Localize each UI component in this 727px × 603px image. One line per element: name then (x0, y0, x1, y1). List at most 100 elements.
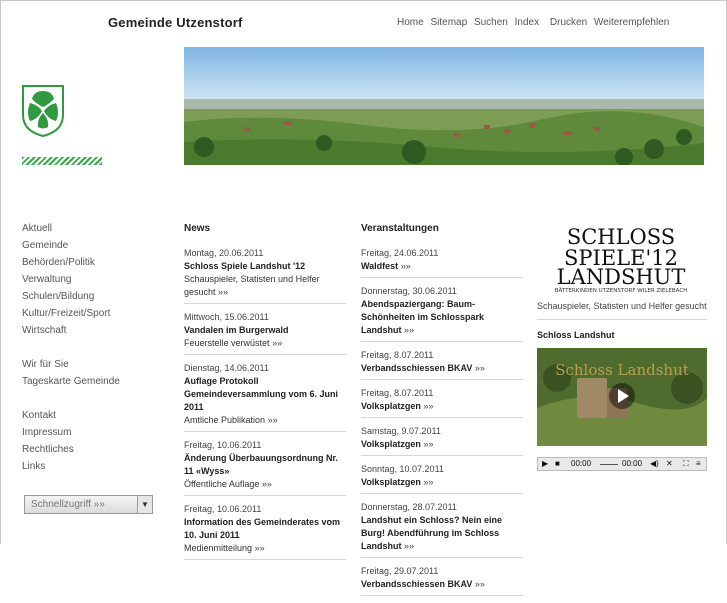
news-title-link[interactable]: Änderung Überbauungsordnung Nr. 11 «Wyss… (184, 452, 346, 478)
news-section: News Montag, 20.06.2011 Schloss Spiele L… (184, 222, 346, 567)
event-more-link[interactable]: »» (423, 401, 433, 411)
divider (537, 319, 707, 320)
news-teaser: Amtliche Publikation (184, 415, 266, 425)
news-item: Mittwoch, 15.06.2011 Vandalen im Burgerw… (184, 311, 346, 355)
news-teaser: Schauspieler, Statisten und Helfer gesuc… (184, 274, 320, 297)
news-date: Dienstag, 14.06.2011 (184, 363, 269, 373)
nav-index-link[interactable]: Index (515, 17, 539, 28)
sidebar-item-rechtliches[interactable]: Rechtliches (22, 441, 120, 458)
sidebar-item-kultur[interactable]: Kultur/Freizeit/Sport (22, 305, 120, 322)
settings-icon[interactable]: ≡ (696, 459, 701, 468)
play-button-icon[interactable]: ▶ (542, 459, 548, 468)
event-title-link[interactable]: Waldfest (361, 261, 398, 271)
event-title-link[interactable]: Volksplatzgen (361, 401, 421, 411)
event-title-link[interactable]: Volksplatzgen (361, 477, 421, 487)
event-date: Donnerstag, 28.07.2011 (361, 502, 457, 512)
event-item: Freitag, 24.06.2011 Waldfest »» (361, 247, 523, 278)
event-more-link[interactable]: »» (404, 325, 414, 335)
event-more-link[interactable]: »» (404, 541, 414, 551)
schlossspiele-logo[interactable]: SCHLOSS SPIELE'12 LANDSHUT BÄTTERKINDEN … (537, 222, 705, 294)
sidebar-navigation: Aktuell Gemeinde Behörden/Politik Verwal… (22, 220, 120, 475)
news-title-link[interactable]: Vandalen im Burgerwald (184, 324, 346, 337)
news-title-link[interactable]: Schloss Spiele Landshut '12 (184, 260, 346, 273)
event-item: Freitag, 29.07.2011 Verbandsschiessen BK… (361, 565, 523, 596)
sidebar-item-gemeinde[interactable]: Gemeinde (22, 237, 120, 254)
seek-bar[interactable] (600, 464, 618, 465)
quick-access-label: Schnellzugriff »» (31, 499, 105, 510)
event-title-link[interactable]: Verbandsschiessen BKAV (361, 579, 472, 589)
banner-landscape-image (184, 47, 704, 165)
event-item: Freitag, 8.07.2011 Volksplatzgen »» (361, 387, 523, 418)
news-teaser: Öffentliche Auflage (184, 479, 260, 489)
sidebar-item-behoerden[interactable]: Behörden/Politik (22, 254, 120, 271)
news-date: Freitag, 10.06.2011 (184, 440, 262, 450)
video-title: Schloss Landshut (537, 330, 615, 340)
event-title-link[interactable]: Abendspaziergang: Baum-Schönheiten im Sc… (361, 299, 484, 335)
news-heading: News (184, 223, 211, 234)
fullscreen-icon[interactable]: ⛶ (683, 459, 689, 469)
top-navigation: Home Sitemap Suchen Index Drucken Weiter… (397, 17, 673, 28)
nav-search-link[interactable]: Suchen (474, 17, 508, 28)
event-date: Samstag, 9.07.2011 (361, 426, 441, 436)
news-teaser: Feuerstelle verwüstet (184, 338, 270, 348)
chevron-down-icon[interactable]: ▼ (137, 496, 152, 513)
news-more-link[interactable]: »» (218, 287, 228, 297)
event-item: Donnerstag, 28.07.2011 Landshut ein Schl… (361, 501, 523, 558)
events-section: Veranstaltungen Freitag, 24.06.2011 Wald… (361, 222, 523, 603)
event-date: Freitag, 24.06.2011 (361, 248, 439, 258)
quick-access-select[interactable]: Schnellzugriff »» ▼ (24, 495, 153, 514)
nav-recommend-link[interactable]: Weiterempfehlen (594, 17, 669, 28)
sidebar-item-aktuell[interactable]: Aktuell (22, 220, 120, 237)
event-item: Samstag, 9.07.2011 Volksplatzgen »» (361, 425, 523, 456)
news-date: Mittwoch, 15.06.2011 (184, 312, 269, 322)
event-more-link[interactable]: »» (401, 261, 411, 271)
municipality-crest-icon[interactable] (22, 85, 64, 137)
event-more-link[interactable]: »» (475, 363, 485, 373)
event-date: Sonntag, 10.07.2011 (361, 464, 444, 474)
news-more-link[interactable]: »» (272, 338, 282, 348)
event-item: Donnerstag, 30.06.2011 Abendspaziergang:… (361, 285, 523, 342)
event-title-link[interactable]: Verbandsschiessen BKAV (361, 363, 472, 373)
event-date: Freitag, 29.07.2011 (361, 566, 439, 576)
event-more-link[interactable]: »» (423, 439, 433, 449)
sidebar-item-verwaltung[interactable]: Verwaltung (22, 271, 120, 288)
sidebar-item-impressum[interactable]: Impressum (22, 424, 120, 441)
decorative-stripes (22, 157, 102, 165)
sidebar-item-wirtschaft[interactable]: Wirtschaft (22, 322, 120, 339)
mute-icon[interactable]: ✕ (666, 459, 673, 468)
news-title-link[interactable]: Information des Gemeinderates vom 10. Ju… (184, 516, 346, 542)
news-title-link[interactable]: Auflage Protokoll Gemeindeversammlung vo… (184, 375, 346, 414)
site-title[interactable]: Gemeinde Utzenstorf (108, 15, 243, 30)
event-title-link[interactable]: Landshut ein Schloss? Nein eine Burg! Ab… (361, 515, 502, 551)
video-player[interactable]: Schloss Landshut (537, 348, 707, 446)
stop-button-icon[interactable]: ■ (555, 459, 560, 468)
news-more-link[interactable]: »» (262, 479, 272, 489)
sidebar-item-schulen[interactable]: Schulen/Bildung (22, 288, 120, 305)
sidebar-item-kontakt[interactable]: Kontakt (22, 407, 120, 424)
news-date: Montag, 20.06.2011 (184, 248, 264, 258)
volume-icon[interactable]: ◀) (650, 459, 659, 468)
elapsed-time: 00:00 (571, 459, 592, 468)
event-date: Freitag, 8.07.2011 (361, 350, 434, 360)
total-time: 00:00 (622, 459, 643, 468)
event-more-link[interactable]: »» (475, 579, 485, 589)
nav-print-link[interactable]: Drucken (550, 17, 587, 28)
event-item: Freitag, 8.07.2011 Verbandsschiessen BKA… (361, 349, 523, 380)
news-date: Freitag, 10.06.2011 (184, 504, 262, 514)
video-controls: ▶ ■ 00:00 00:00 ◀) ✕ ⛶ ≡ (537, 457, 707, 471)
promo-text-link[interactable]: Schauspieler, Statisten und Helfer gesuc… (537, 300, 707, 313)
nav-sitemap-link[interactable]: Sitemap (430, 17, 467, 28)
news-more-link[interactable]: »» (268, 415, 278, 425)
promo-logo-line3: LANDSHUT (557, 265, 686, 289)
event-item: Sonntag, 10.07.2011 Volksplatzgen »» (361, 463, 523, 494)
event-date: Donnerstag, 30.06.2011 (361, 286, 457, 296)
video-overlay-title: Schloss Landshut (555, 361, 689, 379)
sidebar-item-tageskarte[interactable]: Tageskarte Gemeinde (22, 373, 120, 390)
news-item: Dienstag, 14.06.2011 Auflage Protokoll G… (184, 362, 346, 432)
sidebar-item-links[interactable]: Links (22, 458, 120, 475)
nav-home-link[interactable]: Home (397, 17, 424, 28)
sidebar-item-wir-fuer-sie[interactable]: Wir für Sie (22, 356, 120, 373)
event-title-link[interactable]: Volksplatzgen (361, 439, 421, 449)
event-more-link[interactable]: »» (423, 477, 433, 487)
event-date: Freitag, 8.07.2011 (361, 388, 434, 398)
